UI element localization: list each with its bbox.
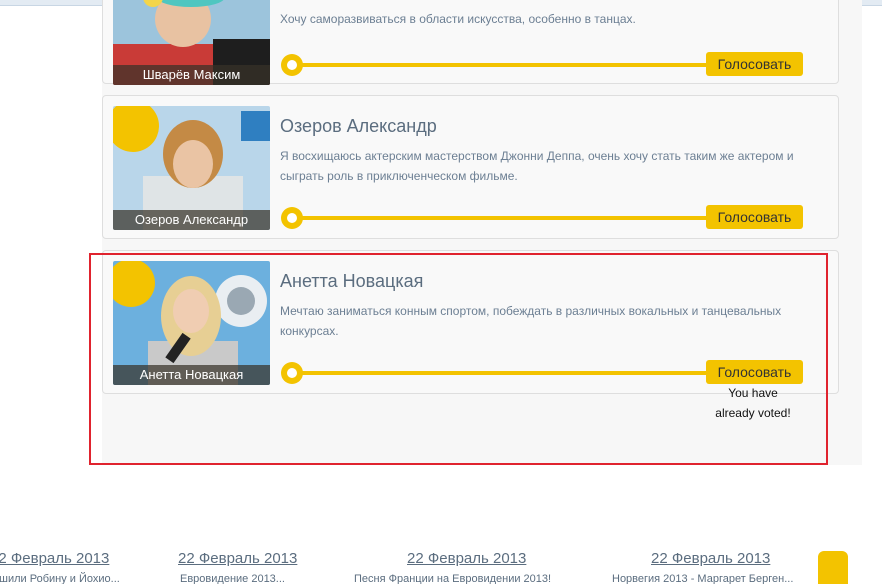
news-title[interactable]: ...шили Робину и Йохио... [0, 573, 120, 584]
contestant-card: Шварёв Максим Хочу саморазвиваться в обл… [102, 0, 839, 85]
news-title[interactable]: Норвегия 2013 - Маргарет Берген... [612, 573, 793, 584]
vote-progress-track [292, 63, 717, 67]
contestant-photo[interactable]: Озеров Александр [113, 106, 270, 230]
news-date[interactable]: 22 Февраль 2013 [0, 550, 109, 567]
highlight-annotation-box [89, 253, 828, 465]
photo-caption: Озеров Александр [113, 210, 270, 230]
photo-caption: Шварёв Максим [113, 65, 270, 85]
vote-progress-track [292, 216, 717, 220]
contestant-description: Я восхищаюсь актерским мастерством Джонн… [280, 149, 794, 183]
contestant-description: Хочу саморазвиваться в области искусства… [280, 12, 636, 26]
vote-button[interactable]: Голосовать [706, 52, 803, 76]
contestant-photo[interactable]: Шварёв Максим [113, 0, 270, 85]
news-date[interactable]: 22 Февраль 2013 [651, 550, 770, 567]
vote-progress-knob [281, 207, 303, 229]
scroll-to-top-button[interactable] [818, 551, 848, 584]
news-date[interactable]: 22 Февраль 2013 [178, 550, 297, 567]
news-date[interactable]: 22 Февраль 2013 [407, 550, 526, 567]
contestant-name[interactable]: Озеров Александр [280, 116, 437, 137]
vote-button[interactable]: Голосовать [706, 205, 803, 229]
news-title[interactable]: Евровидение 2013... [180, 573, 285, 584]
news-title[interactable]: Песня Франции на Евровидении 2013! [354, 573, 551, 584]
contestant-card: Озеров Александр Озеров Александр Я восх… [102, 95, 839, 239]
vote-progress-knob [281, 54, 303, 76]
